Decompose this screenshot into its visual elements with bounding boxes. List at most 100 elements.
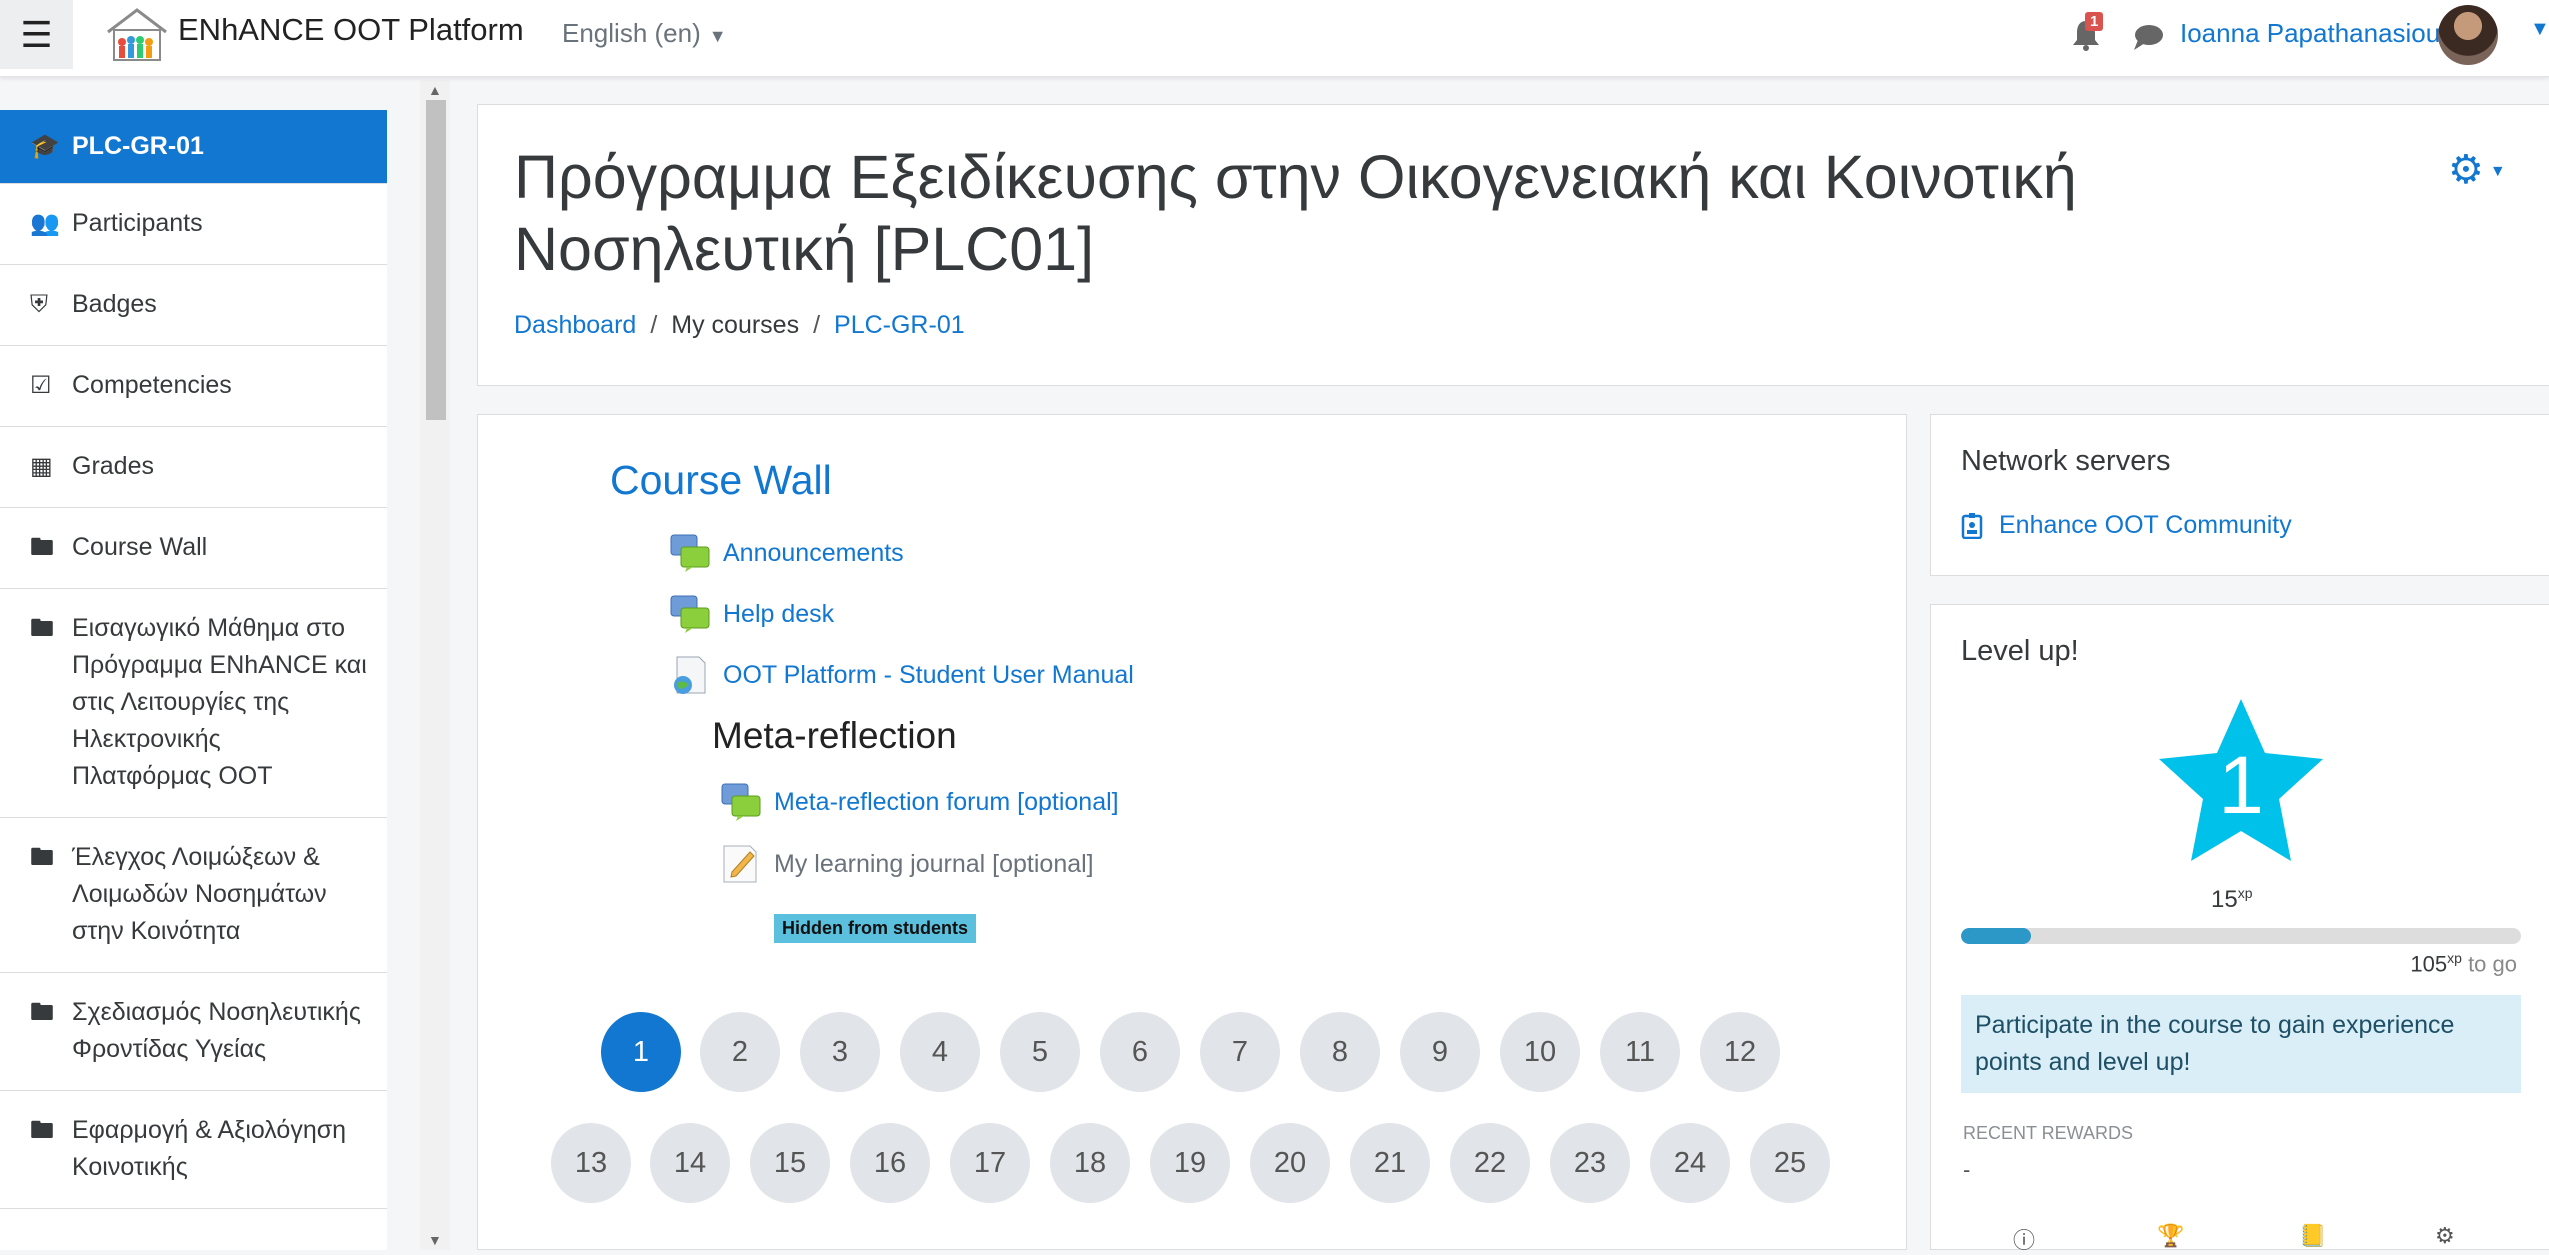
page-button-16[interactable]: 16 — [850, 1123, 930, 1203]
breadcrumb-course[interactable]: PLC-GR-01 — [834, 311, 965, 339]
breadcrumb-separator: / — [650, 311, 658, 339]
page-button-9[interactable]: 9 — [1400, 1012, 1480, 1092]
activity-link[interactable]: OOT Platform - Student User Manual — [723, 661, 1134, 690]
log-icon[interactable]: 📒 — [2299, 1223, 2326, 1249]
forum-icon — [670, 534, 710, 572]
breadcrumb-my-courses: My courses — [671, 311, 800, 339]
folder-icon: 🖿 — [30, 615, 54, 642]
folder-icon: 🖿 — [30, 999, 54, 1026]
subheading-meta-reflection: Meta-reflection — [712, 715, 957, 756]
chat-icon[interactable] — [2132, 22, 2164, 52]
trophy-icon[interactable]: 🏆 — [2157, 1223, 2184, 1249]
xp-progress-bar — [1961, 928, 2521, 944]
sidebar-item-label: Έλεγχος Λοιμώξεων & Λοιμωδών Νοσημάτων σ… — [72, 843, 327, 945]
top-navbar: ☰ ENhANCE OOT Platform English (en) ▼ 1 I… — [0, 0, 2549, 77]
sidebar-item-label: Σχεδιασμός Νοσηλευτικής Φροντίδας Υγείας — [72, 998, 361, 1063]
page-button-6[interactable]: 6 — [1100, 1012, 1180, 1092]
xp-unit: xp — [2237, 885, 2253, 901]
page-button-21[interactable]: 21 — [1350, 1123, 1430, 1203]
sidebar-item-section-intro[interactable]: 🖿 Εισαγωγικό Μάθημα στο Πρόγραμμα ENhANC… — [0, 589, 387, 818]
sidebar-item-section-application[interactable]: 🖿 Εφαρμογή & Αξιολόγηση Κοινοτικής — [0, 1091, 387, 1209]
page-button-1[interactable]: 1 — [601, 1012, 681, 1092]
notification-count-badge: 1 — [2085, 12, 2104, 31]
page-button-4[interactable]: 4 — [900, 1012, 980, 1092]
sidebar-item-competencies[interactable]: ☑ Competencies — [0, 346, 387, 427]
breadcrumb-dashboard[interactable]: Dashboard — [514, 311, 636, 339]
page-button-2[interactable]: 2 — [700, 1012, 780, 1092]
page-button-15[interactable]: 15 — [750, 1123, 830, 1203]
level-number: 1 — [2218, 740, 2264, 831]
network-server-link[interactable]: Enhance OOT Community — [1961, 511, 2292, 540]
page-button-17[interactable]: 17 — [950, 1123, 1030, 1203]
page-button-18[interactable]: 18 — [1050, 1123, 1130, 1203]
sidebar-item-course-wall[interactable]: 🖿 Course Wall — [0, 508, 387, 589]
chevron-down-icon[interactable]: ▼ — [2530, 18, 2549, 41]
users-icon: 👥 — [30, 210, 60, 237]
sidebar-item-label: Competencies — [72, 371, 232, 399]
sidebar-item-grades[interactable]: ▦ Grades — [0, 427, 387, 508]
page-button-8[interactable]: 8 — [1300, 1012, 1380, 1092]
sidebar-item-course-home[interactable]: 🎓 PLC-GR-01 — [0, 110, 387, 184]
page-button-20[interactable]: 20 — [1250, 1123, 1330, 1203]
page-button-24[interactable]: 24 — [1650, 1123, 1730, 1203]
page-button-13[interactable]: 13 — [551, 1123, 631, 1203]
sidebar-item-label: Εφαρμογή & Αξιολόγηση Κοινοτικής — [72, 1116, 347, 1181]
scroll-up-arrow-icon[interactable]: ▲ — [428, 82, 442, 98]
sidebar-item-section-infection[interactable]: 🖿 Έλεγχος Λοιμώξεων & Λοιμωδών Νοσημάτων… — [0, 818, 387, 973]
activity-link[interactable]: Announcements — [723, 539, 904, 568]
section-title[interactable]: Course Wall — [610, 457, 832, 504]
course-settings-menu[interactable]: ⚙ ▼ — [2448, 147, 2506, 193]
site-name[interactable]: ENhANCE OOT Platform — [178, 12, 524, 48]
activity-user-manual[interactable]: OOT Platform - Student User Manual — [669, 655, 1134, 695]
language-selector[interactable]: English (en) ▼ — [562, 18, 727, 49]
sidebar-item-section-planning[interactable]: 🖿 Σχεδιασμός Νοσηλευτικής Φροντίδας Υγεί… — [0, 973, 387, 1091]
breadcrumb-separator: / — [813, 311, 821, 339]
activity-announcements[interactable]: Announcements — [669, 533, 904, 573]
page-button-23[interactable]: 23 — [1550, 1123, 1630, 1203]
site-logo[interactable] — [104, 6, 170, 62]
level-star-icon: 1 — [2159, 699, 2323, 861]
page-button-5[interactable]: 5 — [1000, 1012, 1080, 1092]
activity-help-desk[interactable]: Help desk — [669, 594, 834, 634]
gear-icon[interactable]: ⚙ — [2435, 1223, 2455, 1249]
page-button-25[interactable]: 25 — [1750, 1123, 1830, 1203]
activity-label[interactable]: My learning journal [optional] — [774, 850, 1094, 879]
page-button-3[interactable]: 3 — [800, 1012, 880, 1092]
page-button-12[interactable]: 12 — [1700, 1012, 1780, 1092]
sidebar-item-participants[interactable]: 👥 Participants — [0, 184, 387, 265]
page-button-11[interactable]: 11 — [1600, 1012, 1680, 1092]
folder-icon: 🖿 — [30, 1117, 54, 1144]
shield-icon: ⛨ — [30, 291, 48, 318]
page-button-22[interactable]: 22 — [1450, 1123, 1530, 1203]
xp-unit: xp — [2447, 950, 2462, 966]
to-go-text: to go — [2468, 951, 2517, 977]
sidebar-item-label: Badges — [72, 290, 157, 318]
folder-icon: 🖿 — [30, 844, 54, 871]
info-icon[interactable]: ⓘ — [2013, 1223, 2035, 1255]
recent-rewards-value: - — [1963, 1157, 1971, 1182]
forum-icon — [721, 783, 761, 821]
gear-icon: ⚙ — [2448, 148, 2484, 192]
sidebar-scrollbar[interactable]: ▲ ▼ — [420, 80, 450, 1250]
language-label: English (en) — [562, 18, 701, 48]
hamburger-icon[interactable]: ☰ — [0, 0, 73, 69]
page-button-19[interactable]: 19 — [1150, 1123, 1230, 1203]
sidebar-item-label: Grades — [72, 452, 154, 480]
activity-link[interactable]: Meta-reflection forum [optional] — [774, 788, 1119, 817]
page-button-7[interactable]: 7 — [1200, 1012, 1280, 1092]
scrollbar-thumb[interactable] — [426, 100, 446, 420]
page-button-10[interactable]: 10 — [1500, 1012, 1580, 1092]
avatar[interactable] — [2438, 5, 2498, 65]
page-header: Πρόγραμμα Εξειδίκευσης στην Οικογενειακή… — [477, 104, 2549, 386]
page-button-14[interactable]: 14 — [650, 1123, 730, 1203]
activity-learning-journal[interactable]: My learning journal [optional] — [720, 844, 1094, 884]
page-title: Πρόγραμμα Εξειδίκευσης στην Οικογενειακή… — [514, 143, 2077, 283]
activity-meta-reflection-forum[interactable]: Meta-reflection forum [optional] — [720, 782, 1119, 822]
user-name[interactable]: Ioanna Papathanasiou — [2180, 18, 2440, 49]
graduation-cap-icon: 🎓 — [30, 133, 60, 160]
scroll-down-arrow-icon[interactable]: ▼ — [428, 1232, 442, 1248]
sidebar-item-badges[interactable]: ⛨ Badges — [0, 265, 387, 346]
breadcrumb: Dashboard / My courses / PLC-GR-01 — [514, 311, 965, 340]
activity-link[interactable]: Help desk — [723, 600, 834, 629]
forum-icon — [670, 595, 710, 633]
